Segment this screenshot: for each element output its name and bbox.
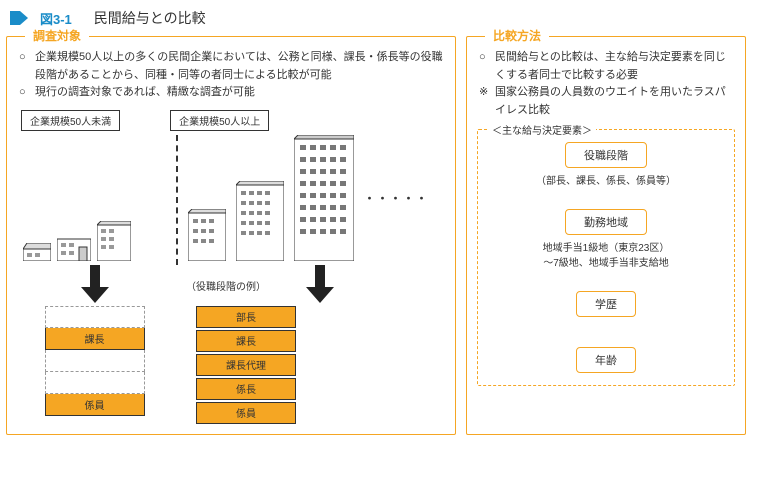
panel-label: 調査対象 xyxy=(25,27,89,44)
large-building-icon xyxy=(294,135,354,261)
figure-number: 図3-1 xyxy=(40,9,72,28)
ladder-slot: 係長 xyxy=(196,378,296,400)
factor-position: 役職段階 xyxy=(565,142,647,168)
factor-age: 年齢 xyxy=(576,347,636,373)
comparison-method-panel: 比較方法 ○民間給与との比較は、主な給与決定要素を同じくする者同士で比較する必要… xyxy=(466,36,746,435)
ladder-slot: 課長 xyxy=(45,328,145,350)
vertical-divider xyxy=(176,135,178,265)
large-building-icon xyxy=(188,209,226,261)
bullet-text: 民間給与との比較は、主な給与決定要素を同じくする者同士で比較する必要 xyxy=(495,49,735,84)
ellipsis-dots: ・・・・・ xyxy=(364,190,429,206)
scale-small-label: 企業規模50人未満 xyxy=(21,110,120,131)
bullet-text: 現行の調査対象であれば、精緻な調査が可能 xyxy=(35,84,255,102)
ladder-slot: 課長 xyxy=(196,330,296,352)
ladder-large: 部長 課長 課長代理 係長 係員 xyxy=(196,306,296,424)
ladder-slot: 係員 xyxy=(196,402,296,424)
ladder-slot xyxy=(45,306,145,328)
bullet-list: ○民間給与との比較は、主な給与決定要素を同じくする者同士で比較する必要 ※国家公… xyxy=(477,49,735,119)
ladder-slot: 課長代理 xyxy=(196,354,296,376)
panel-label: 比較方法 xyxy=(485,27,549,44)
small-building-icon xyxy=(97,221,131,261)
factor-note: 地域手当1級地（東京23区） ～7級地、地域手当非支給地 xyxy=(543,241,670,271)
bullet-text: 国家公務員の人員数のウエイトを用いたラスパイレス比較 xyxy=(495,84,735,119)
factor-note: （部長、課長、係長、係員等） xyxy=(536,174,676,189)
scale-large-label: 企業規模50人以上 xyxy=(170,110,269,131)
survey-target-panel: 調査対象 ○企業規模50人以上の多くの民間企業においては、公務と同様、課長・係長… xyxy=(6,36,456,435)
bullet-list: ○企業規模50人以上の多くの民間企業においては、公務と同様、課長・係長等の役職段… xyxy=(17,49,445,102)
ladder-slot: 係員 xyxy=(45,394,145,416)
small-building-icon xyxy=(23,243,51,261)
building-diagram: ・・・・・ xyxy=(17,135,445,265)
ladder-slot xyxy=(45,350,145,372)
example-label: （役職段階の例） xyxy=(186,278,266,293)
figure-header: 図3-1 民間給与との比較 xyxy=(0,0,760,36)
ladder-slot: 部長 xyxy=(196,306,296,328)
ladder-slot xyxy=(45,372,145,394)
factor-education: 学歴 xyxy=(576,291,636,317)
down-arrow-icon xyxy=(306,265,334,306)
ladder-small: 課長 係員 xyxy=(45,306,145,424)
factors-box: ＜主な給与決定要素＞ 役職段階 （部長、課長、係長、係員等） 勤務地域 地域手当… xyxy=(477,129,735,386)
down-arrow-icon xyxy=(81,265,109,306)
small-building-icon xyxy=(57,235,91,261)
factor-region: 勤務地域 xyxy=(565,209,647,235)
bullet-text: 企業規模50人以上の多くの民間企業においては、公務と同様、課長・係長等の役職段階… xyxy=(35,49,445,84)
position-ladders: 課長 係員 部長 課長 課長代理 係長 係員 xyxy=(17,306,445,424)
large-building-icon xyxy=(236,181,284,261)
figure-marker-icon xyxy=(10,11,28,25)
figure-title: 民間給与との比較 xyxy=(94,8,206,28)
factors-label: ＜主な給与決定要素＞ xyxy=(488,122,596,137)
